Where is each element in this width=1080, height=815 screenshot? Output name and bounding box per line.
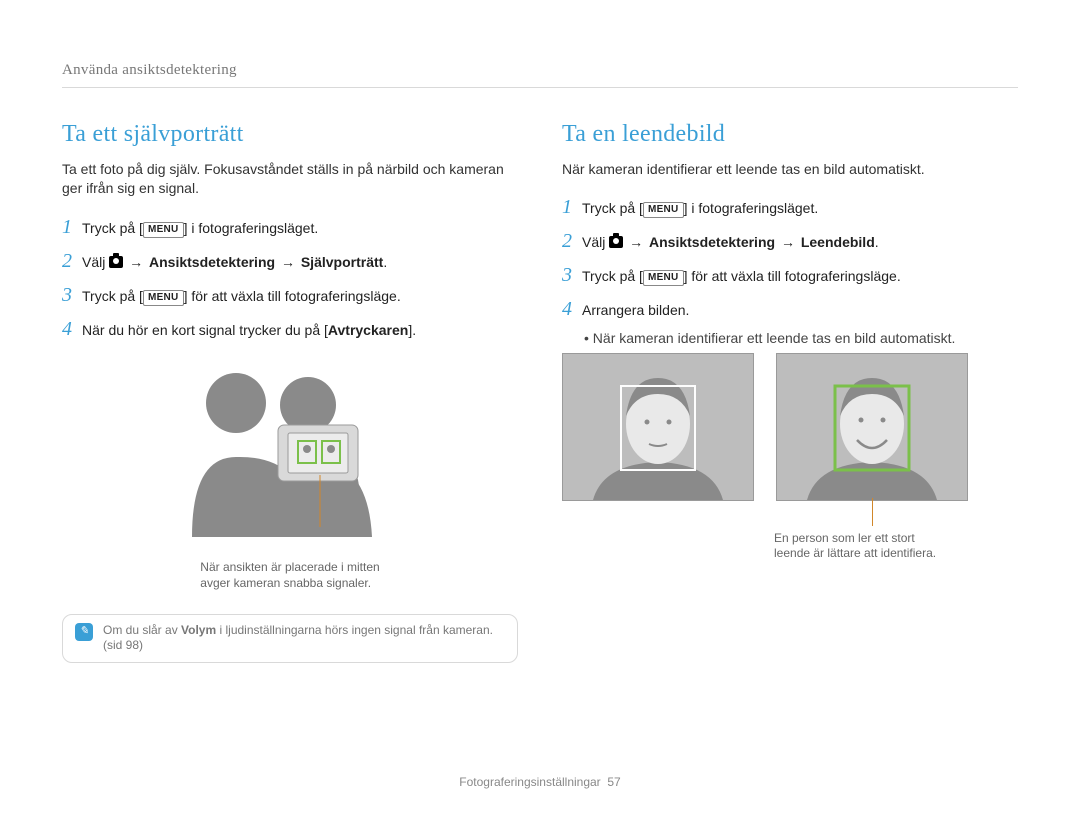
- step-number: 3: [562, 261, 582, 289]
- option-smile: Leendebild: [801, 234, 875, 250]
- step-4: 4 Arrangera bilden.: [562, 295, 1018, 323]
- menu-button-icon: MENU: [643, 270, 684, 286]
- option-face-detect: Ansiktsdetektering: [649, 234, 775, 250]
- thumb-neutral: [562, 353, 754, 501]
- step-number: 4: [562, 295, 582, 323]
- smile-thumbnails: [562, 353, 1018, 501]
- shutter-label: Avtryckaren: [328, 322, 408, 338]
- step-number: 1: [62, 213, 82, 241]
- step-body: Välj → Ansiktsdetektering → Leendebild.: [582, 233, 1018, 253]
- step-body: Tryck på [MENU] i fotograferingsläget.: [82, 219, 518, 239]
- step-number: 2: [562, 227, 582, 255]
- step-body: Tryck på [MENU] i fotograferingsläget.: [582, 199, 1018, 219]
- section-title-smile: Ta en leendebild: [562, 118, 1018, 152]
- lead-selfportrait: Ta ett foto på dig själv. Fokusavståndet…: [62, 160, 518, 199]
- column-right: Ta en leendebild När kameran identifiera…: [562, 118, 1018, 663]
- menu-button-icon: MENU: [143, 290, 184, 306]
- step-number: 1: [562, 193, 582, 221]
- callout-line: [872, 498, 873, 526]
- note-text: Om du slår av Volym i ljudinställningarn…: [103, 623, 493, 654]
- column-left: Ta ett självporträtt Ta ett foto på dig …: [62, 118, 518, 663]
- step-1: 1 Tryck på [MENU] i fotograferingsläget.: [62, 213, 518, 241]
- step-body: När du hör en kort signal trycker du på …: [82, 321, 518, 341]
- camera-mode-icon: [609, 236, 623, 248]
- note-icon: ✎: [75, 623, 93, 641]
- section-title-selfportrait: Ta ett självporträtt: [62, 118, 518, 152]
- step-2: 2 Välj → Ansiktsdetektering → Leendebild…: [562, 227, 1018, 255]
- sub-bullet: • När kameran identifierar ett leende ta…: [584, 329, 1018, 349]
- lead-smile: När kameran identifierar ett leende tas …: [562, 160, 1018, 180]
- thumb-smile: [776, 353, 968, 501]
- step-body: Tryck på [MENU] för att växla till fotog…: [582, 267, 1018, 287]
- steps-smile: 1 Tryck på [MENU] i fotograferingsläget.…: [562, 193, 1018, 323]
- camera-mode-icon: [109, 256, 123, 268]
- figure-caption: När ansikten är placerade i mitten avger…: [200, 560, 379, 591]
- step-3: 3 Tryck på [MENU] för att växla till fot…: [62, 281, 518, 309]
- running-head: Använda ansiktsdetektering: [62, 60, 1018, 88]
- manual-page: Använda ansiktsdetektering Ta ett självp…: [0, 0, 1080, 815]
- step-body: Tryck på [MENU] för att växla till fotog…: [82, 287, 518, 307]
- step-2: 2 Välj → Ansiktsdetektering → Självportr…: [62, 247, 518, 275]
- step-4: 4 När du hör en kort signal trycker du p…: [62, 315, 518, 343]
- option-face-detect: Ansiktsdetektering: [149, 254, 275, 270]
- page-footer: Fotograferingsinställningar 57: [0, 774, 1080, 791]
- figure-selfportrait: När ansikten är placerade i mitten avger…: [62, 357, 518, 592]
- selfportrait-illustration: [140, 357, 440, 553]
- arrow-icon: →: [627, 234, 645, 250]
- option-selfportrait: Självporträtt: [301, 254, 383, 270]
- step-number: 4: [62, 315, 82, 343]
- steps-selfportrait: 1 Tryck på [MENU] i fotograferingsläget.…: [62, 213, 518, 343]
- step-3: 3 Tryck på [MENU] för att växla till fot…: [562, 261, 1018, 289]
- step-body: Arrangera bilden.: [582, 301, 1018, 321]
- menu-button-icon: MENU: [643, 202, 684, 218]
- thumbs-caption: En person som ler ett stort leende är lä…: [774, 531, 1018, 562]
- step-number: 2: [62, 247, 82, 275]
- note-box-volume: ✎ Om du slår av Volym i ljudinställninga…: [62, 614, 518, 663]
- arrow-icon: →: [779, 234, 797, 250]
- step-body: Välj → Ansiktsdetektering → Självporträt…: [82, 253, 518, 273]
- arrow-icon: →: [127, 254, 145, 270]
- step-1: 1 Tryck på [MENU] i fotograferingsläget.: [562, 193, 1018, 221]
- arrow-icon: →: [279, 254, 297, 270]
- two-column-layout: Ta ett självporträtt Ta ett foto på dig …: [62, 118, 1018, 663]
- menu-button-icon: MENU: [143, 222, 184, 238]
- step-number: 3: [62, 281, 82, 309]
